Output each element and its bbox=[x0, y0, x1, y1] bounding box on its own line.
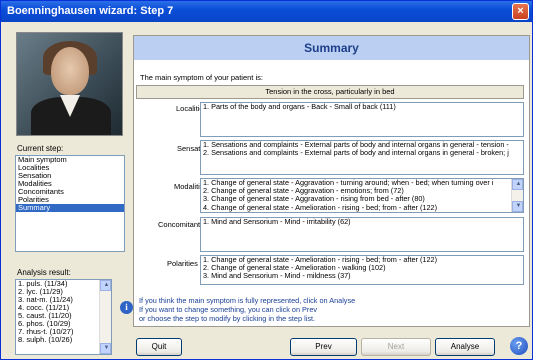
info-icon: i bbox=[120, 301, 133, 314]
window-title: Boenninghausen wizard: Step 7 bbox=[7, 5, 174, 17]
localities-field[interactable]: 1. Parts of the body and organs - Back -… bbox=[200, 102, 524, 137]
info-line: If you want to change something, you can… bbox=[139, 305, 318, 314]
modalities-scrollbar[interactable]: ▲ ▼ bbox=[511, 179, 523, 212]
analysis-list[interactable]: 1. puls. (11/34) 2. lyc. (11/29) 3. nat-… bbox=[15, 279, 112, 355]
analyse-button[interactable]: Analyse bbox=[435, 338, 495, 356]
list-item: 4. Change of general state - Amelioratio… bbox=[203, 202, 438, 212]
list-item[interactable]: 8. sulph. (10/26) bbox=[16, 336, 111, 344]
current-step-label: Current step: bbox=[17, 144, 64, 153]
next-button[interactable]: Next bbox=[361, 338, 431, 356]
analysis-scrollbar[interactable]: ▲ ▼ bbox=[99, 280, 111, 354]
main-symptom-value: Tension in the cross, particularly in be… bbox=[136, 85, 524, 99]
prev-button[interactable]: Prev bbox=[290, 338, 357, 356]
left-panel: Current step: Main symptom Localities Se… bbox=[15, 25, 125, 355]
polarities-field[interactable]: 1. Change of general state - Amelioratio… bbox=[200, 255, 524, 285]
chevron-down-icon[interactable]: ▼ bbox=[512, 201, 523, 212]
analysis-label: Analysis result: bbox=[17, 268, 71, 277]
sensation-field[interactable]: 1. Sensations and complaints - External … bbox=[200, 140, 524, 175]
help-icon[interactable]: ? bbox=[510, 337, 528, 355]
step-list[interactable]: Main symptom Localities Sensation Modali… bbox=[15, 155, 125, 252]
concomitants-field[interactable]: 1. Mind and Sensorium - Mind - irritabil… bbox=[200, 217, 524, 252]
polarities-label: Polarities bbox=[167, 259, 198, 268]
main-symptom-label: The main symptom of your patient is: bbox=[140, 73, 263, 82]
step-item-summary[interactable]: Summary bbox=[16, 204, 124, 212]
close-icon[interactable]: × bbox=[512, 3, 529, 20]
info-line: If you think the main symptom is fully r… bbox=[139, 296, 356, 305]
list-item: 1. Mind and Sensorium - Mind - irritabil… bbox=[203, 217, 351, 226]
list-item: 1. Parts of the body and organs - Back -… bbox=[203, 102, 396, 111]
portrait-face bbox=[51, 47, 89, 95]
portrait-image bbox=[16, 32, 123, 136]
title-bar[interactable]: Boenninghausen wizard: Step 7 × bbox=[1, 1, 532, 22]
chevron-down-icon[interactable]: ▼ bbox=[100, 343, 111, 354]
chevron-up-icon[interactable]: ▲ bbox=[100, 280, 111, 291]
info-text: If you think the main symptom is fully r… bbox=[139, 296, 355, 323]
concomitants-label: Concomitants bbox=[158, 220, 204, 229]
info-line: or choose the step to modify by clicking… bbox=[139, 314, 316, 323]
modalities-field[interactable]: 1. Change of general state - Aggravation… bbox=[200, 178, 524, 213]
list-item: 2. Sensations and complaints - External … bbox=[203, 148, 509, 158]
quit-button[interactable]: Quit bbox=[136, 338, 182, 356]
page-title: Summary bbox=[134, 36, 529, 60]
list-item: 3. Mind and Sensorium - Mind - mildness … bbox=[203, 271, 351, 281]
chevron-up-icon[interactable]: ▲ bbox=[512, 179, 523, 190]
wizard-window: Boenninghausen wizard: Step 7 × Current … bbox=[0, 0, 533, 360]
